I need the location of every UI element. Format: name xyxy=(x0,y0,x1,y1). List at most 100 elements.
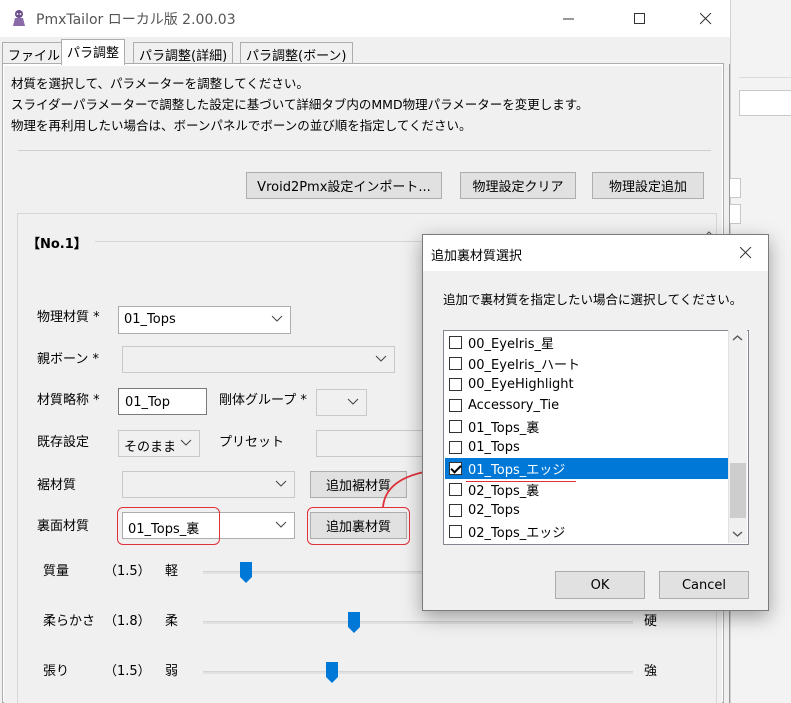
description-line: 物理を再利用したい場合は、ボーンパネルでボーンの並び順を指定してください。 xyxy=(11,118,472,133)
slider-value: （1.8） xyxy=(104,614,151,629)
checkbox[interactable] xyxy=(449,525,462,538)
list-scrollbar[interactable] xyxy=(728,330,748,545)
existing-settings-value: そのまま xyxy=(124,440,177,455)
tab-param-detail[interactable]: パラ調整(詳細) xyxy=(133,42,234,64)
back-material-label: 裏面材質 xyxy=(37,519,90,534)
checkbox[interactable] xyxy=(449,441,462,454)
close-button[interactable] xyxy=(683,0,729,37)
slider-high-label: 硬 xyxy=(644,614,658,629)
close-icon xyxy=(739,247,751,259)
existing-settings-label: 既存設定 xyxy=(37,435,90,450)
slider-high-label: 強 xyxy=(644,664,658,679)
scroll-up-icon[interactable] xyxy=(732,334,743,342)
description-line: スライダーパラメーターで調整した設定に基づいて詳細タブ内のMMD物理パラメーター… xyxy=(11,97,589,112)
checkbox[interactable] xyxy=(449,336,462,349)
slider-low-label: 弱 xyxy=(165,664,179,679)
slider-label: 柔らかさ xyxy=(43,614,96,629)
preset-select[interactable] xyxy=(316,430,424,457)
section-title: 【No.1】 xyxy=(27,237,87,252)
list-item-label: 00_EyeIris_星 xyxy=(468,337,555,352)
chevron-down-icon xyxy=(275,521,287,528)
checkbox[interactable] xyxy=(449,504,462,517)
hem-material-select[interactable] xyxy=(122,471,295,498)
rigid-group-select[interactable] xyxy=(316,389,367,416)
list-item-label: 01_Tops_裏 xyxy=(468,421,540,436)
list-item[interactable]: 01_Tops_エッジ xyxy=(445,458,728,479)
back-material-dialog: 追加裏材質選択 追加で裏材質を指定したい場合に選択してください。 00_EyeI… xyxy=(422,234,769,611)
chevron-down-icon xyxy=(271,315,283,322)
slider-value: （1.5） xyxy=(104,664,151,679)
maximize-button[interactable] xyxy=(617,0,663,37)
chevron-down-icon xyxy=(275,480,287,487)
list-item-label: 00_EyeHighlight xyxy=(468,377,574,392)
parent-bone-label: 親ボーン * xyxy=(37,352,99,367)
cancel-button[interactable]: Cancel xyxy=(659,571,749,599)
material-abbr-input[interactable]: 01_Top xyxy=(118,388,207,415)
list-item-label: 01_Tops xyxy=(468,440,520,455)
physics-material-label: 物理材質 * xyxy=(37,310,100,325)
slider-thumb[interactable] xyxy=(326,662,338,684)
list-item[interactable]: 01_Tops_裏 xyxy=(445,416,728,437)
list-item-label: Accessory_Tie xyxy=(468,398,560,413)
list-item[interactable]: 02_Tops xyxy=(445,500,728,521)
minimize-icon xyxy=(563,18,574,19)
background-field xyxy=(729,178,741,198)
slider-track xyxy=(203,671,633,674)
slider-label: 張り xyxy=(43,664,70,679)
slider-thumb[interactable] xyxy=(348,612,360,634)
rigid-group-label: 剛体グループ * xyxy=(219,393,307,408)
slider-track xyxy=(203,621,633,624)
checkbox[interactable] xyxy=(449,357,462,370)
dialog-prompt: 追加で裏材質を指定したい場合に選択してください。 xyxy=(443,292,743,307)
checkbox[interactable] xyxy=(449,420,462,433)
physics-material-select[interactable]: 01_Tops xyxy=(118,306,291,334)
tab-param[interactable]: パラ調整 xyxy=(61,39,126,65)
list-item[interactable]: 02_Tops_エッジ xyxy=(445,521,728,542)
parent-bone-select[interactable] xyxy=(122,346,395,373)
checkbox[interactable] xyxy=(449,483,462,496)
list-item[interactable]: 00_EyeIris_ハート xyxy=(445,353,728,374)
divider xyxy=(18,150,711,151)
tab-file[interactable]: ファイル xyxy=(2,42,67,64)
close-icon xyxy=(700,12,712,24)
maximize-icon xyxy=(634,12,645,24)
hem-material-label: 裾材質 xyxy=(37,478,77,493)
list-item-label: 02_Tops xyxy=(468,503,520,518)
list-item[interactable]: 00_EyeIris_星 xyxy=(445,332,728,353)
chevron-down-icon xyxy=(180,439,192,446)
list-item[interactable]: Accessory_Tie xyxy=(445,395,728,416)
list-item[interactable]: 01_Tops xyxy=(445,437,728,458)
material-abbr-label: 材質略称 * xyxy=(37,393,100,408)
window-title: PmxTailor ローカル版 2.00.03 xyxy=(36,12,236,28)
divider xyxy=(739,77,791,78)
existing-settings-select[interactable]: そのまま xyxy=(118,430,200,457)
checkbox[interactable] xyxy=(449,378,462,391)
list-item-label: 02_Tops_エッジ xyxy=(468,526,566,541)
chevron-down-icon xyxy=(375,355,387,362)
list-item[interactable]: 00_EyeHighlight xyxy=(445,374,728,395)
slider-low-label: 軽 xyxy=(165,564,179,579)
vroid-import-button[interactable]: Vroid2Pmx設定インポート... xyxy=(246,172,442,199)
tab-param-bone[interactable]: パラ調整(ボーン) xyxy=(240,42,353,64)
slider-label: 質量 xyxy=(43,564,70,579)
title-bar: PmxTailor ローカル版 2.00.03 xyxy=(0,0,730,37)
minimize-button[interactable] xyxy=(546,0,592,37)
list-item-label: 01_Tops_エッジ xyxy=(468,463,566,478)
checkbox[interactable] xyxy=(449,399,462,412)
slider-thumb[interactable] xyxy=(240,562,252,584)
list-item-label: 02_Tops_裏 xyxy=(468,484,540,499)
physics-add-button[interactable]: 物理設定追加 xyxy=(592,172,704,199)
list-item[interactable]: 02_Tops_裏 xyxy=(445,479,728,500)
background-field xyxy=(729,204,741,224)
annotation-underline xyxy=(466,481,576,482)
scroll-thumb[interactable] xyxy=(730,463,746,518)
physics-material-value: 01_Tops xyxy=(124,312,176,327)
background-field xyxy=(739,90,791,116)
scroll-down-icon[interactable] xyxy=(732,530,743,538)
dialog-close-button[interactable] xyxy=(723,235,768,271)
physics-clear-button[interactable]: 物理設定クリア xyxy=(460,172,576,199)
dialog-title: 追加裏材質選択 xyxy=(431,249,523,264)
ok-button[interactable]: OK xyxy=(555,571,645,599)
checkbox[interactable] xyxy=(449,462,462,475)
list-item-label: 00_EyeIris_ハート xyxy=(468,358,581,373)
